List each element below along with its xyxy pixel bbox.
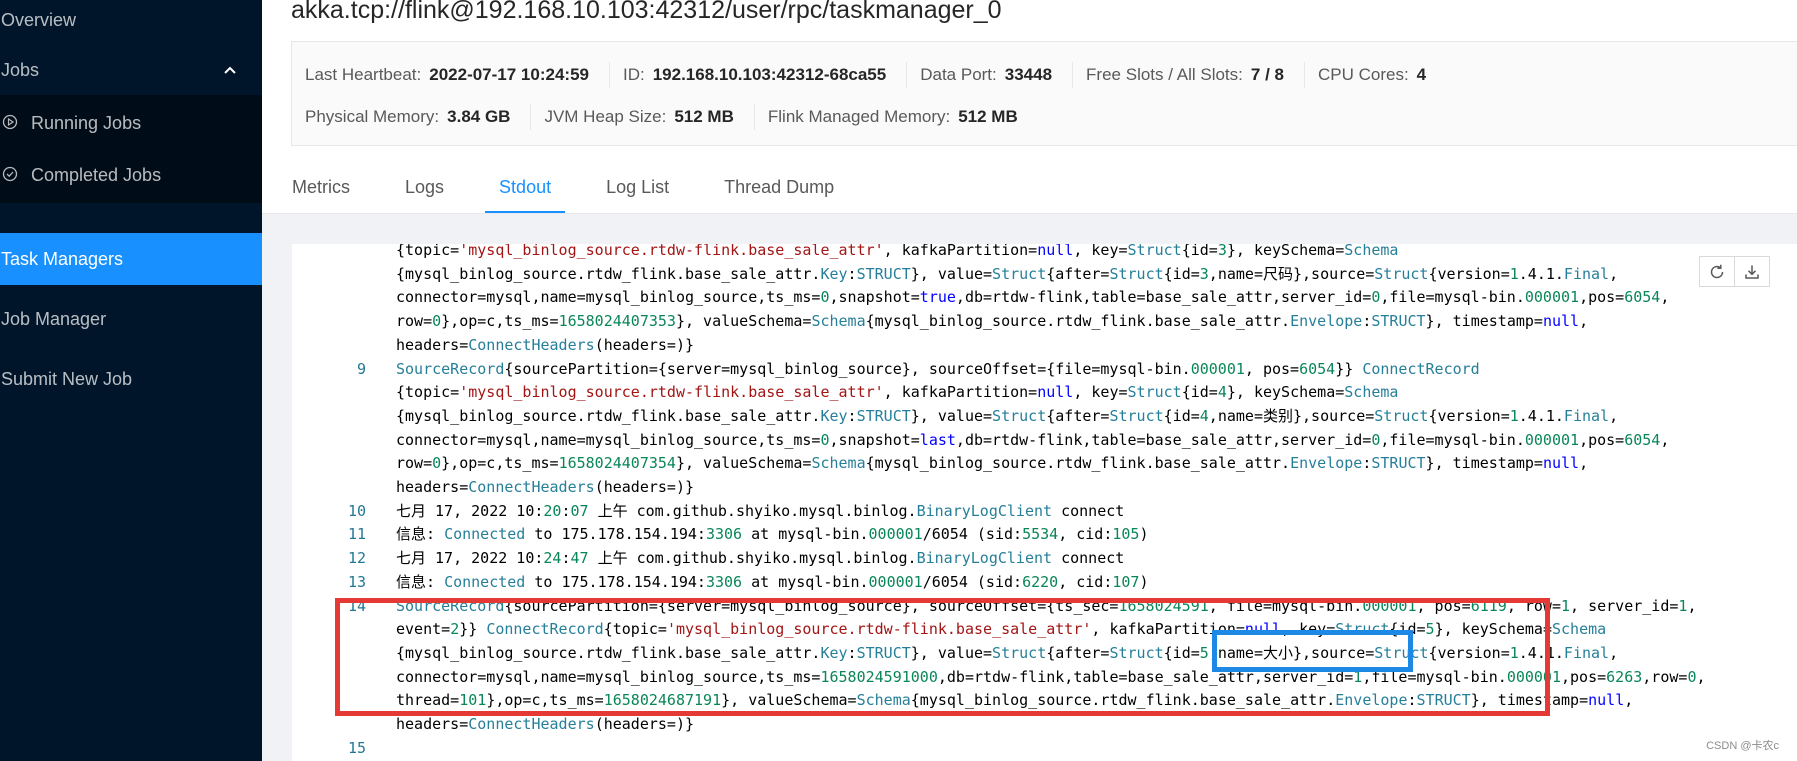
play-circle-icon: [2, 114, 18, 130]
tab-logs[interactable]: Logs: [405, 170, 444, 213]
line-text: {mysql_binlog_source.rtdw_flink.base_sal…: [396, 406, 1619, 425]
stdout-line: 10 七月 17, 2022 10:20:07 上午 com.github.shy…: [292, 499, 1797, 523]
watermark: CSDN @卡农c: [1706, 740, 1779, 752]
page-title: akka.tcp://flink@192.168.10.103:42312/us…: [291, 0, 1002, 24]
line-text: row=0},op=c,ts_ms=1658024407354}, valueS…: [396, 454, 1589, 473]
sidebar-item-completed-jobs[interactable]: Completed Jobs: [0, 147, 262, 203]
page-header: akka.tcp://flink@192.168.10.103:42312/us…: [262, 0, 1797, 214]
line-text: 七月 17, 2022 10:20:07 上午 com.github.shyik…: [396, 501, 1125, 520]
sidebar-item-label: Jobs: [1, 60, 40, 80]
tab-metrics[interactable]: Metrics: [292, 170, 350, 213]
line-number: 9: [356, 359, 366, 378]
sidebar-item-label: Overview: [1, 10, 77, 30]
line-number: 10: [347, 501, 366, 520]
blue-highlight-box: [1212, 630, 1413, 672]
stdout-line: row=0},op=c,ts_ms=1658024407353}, valueS…: [292, 309, 1797, 333]
sidebar-item-label: Job Manager: [1, 309, 107, 329]
line-text: 信息: Connected to 175.178.154.194:3306 at…: [396, 525, 1149, 544]
data-port: Data Port: 33448: [907, 62, 1074, 88]
physical-memory: Physical Memory: 3.84 GB: [292, 104, 532, 130]
line-text: {topic='mysql_binlog_source.rtdw-flink.b…: [396, 244, 1399, 259]
line-number: 11: [347, 525, 366, 544]
stdout-line: 11 信息: Connected to 175.178.154.194:3306 …: [292, 522, 1797, 546]
sidebar-item-job-manager[interactable]: Job Manager: [0, 291, 262, 347]
stdout-line: headers=ConnectHeaders(headers=)}: [292, 333, 1797, 357]
slots: Free Slots / All Slots: 7 / 8: [1073, 62, 1305, 88]
sidebar-item-label: Submit New Job: [1, 369, 133, 389]
sidebar-item-running-jobs[interactable]: Running Jobs: [0, 95, 262, 151]
stdout-line: {mysql_binlog_source.rtdw_flink.base_sal…: [292, 262, 1797, 286]
stdout-line: row=0},op=c,ts_ms=1658024407354}, valueS…: [292, 451, 1797, 475]
line-text: {topic='mysql_binlog_source.rtdw-flink.b…: [396, 383, 1399, 402]
managed-memory: Flink Managed Memory: 512 MB: [767, 107, 1018, 126]
stdout-line: {topic='mysql_binlog_source.rtdw-flink.b…: [292, 244, 1797, 262]
tab-bar: Metrics Logs Stdout Log List Thread Dump: [292, 170, 889, 214]
line-text: headers=ConnectHeaders(headers=)}: [396, 335, 695, 354]
sidebar-item-overview[interactable]: Overview: [0, 0, 262, 48]
stdout-line: {topic='mysql_binlog_source.rtdw-flink.b…: [292, 380, 1797, 404]
tab-thread-dump[interactable]: Thread Dump: [724, 170, 834, 213]
line-number: 13: [347, 572, 366, 591]
sidebar-item-label: Task Managers: [1, 249, 124, 269]
tab-log-list[interactable]: Log List: [606, 170, 669, 213]
stdout-line: {mysql_binlog_source.rtdw_flink.base_sal…: [292, 404, 1797, 428]
download-button[interactable]: [1735, 256, 1770, 287]
stdout-line: 9 SourceRecord{sourcePartition={server=my…: [292, 357, 1797, 381]
line-text: connector=mysql,name=mysql_binlog_source…: [396, 288, 1670, 307]
stdout-line: headers=ConnectHeaders(headers=)}: [292, 475, 1797, 499]
line-number: 15: [347, 738, 366, 757]
stdout-line: 15: [292, 736, 1797, 760]
line-text: headers=ConnectHeaders(headers=)}: [396, 478, 695, 496]
refresh-button[interactable]: [1699, 256, 1735, 287]
taskmanager-descriptions: Last Heartbeat: 2022-07-17 10:24:59 ID: 19…: [291, 41, 1797, 146]
line-text: SourceRecord{sourcePartition={server=mys…: [396, 359, 1480, 378]
stdout-line: 12 七月 17, 2022 10:24:47 上午 com.github.shy…: [292, 546, 1797, 570]
line-text: 信息: Connected to 175.178.154.194:3306 at…: [396, 572, 1149, 591]
last-heartbeat: Last Heartbeat: 2022-07-17 10:24:59: [292, 62, 610, 88]
sidebar-item-label: Running Jobs: [31, 113, 142, 133]
line-number: 12: [347, 549, 366, 568]
check-circle-icon: [2, 166, 18, 182]
download-icon: [1745, 265, 1759, 279]
line-text: {mysql_binlog_source.rtdw_flink.base_sal…: [396, 264, 1619, 283]
stdout-line: connector=mysql,name=mysql_binlog_source…: [292, 428, 1797, 452]
line-text: 七月 17, 2022 10:24:47 上午 com.github.shyik…: [396, 549, 1125, 568]
tab-divider: [262, 213, 1797, 214]
sidebar-item-task-managers[interactable]: Task Managers: [0, 233, 262, 285]
line-text: row=0},op=c,ts_ms=1658024407353}, valueS…: [396, 312, 1589, 331]
cpu-cores: CPU Cores: 4: [1317, 65, 1427, 84]
stdout-line: connector=mysql,name=mysql_binlog_source…: [292, 285, 1797, 309]
sidebar-item-jobs[interactable]: Jobs: [0, 42, 262, 98]
refresh-icon: [1710, 264, 1724, 278]
tab-stdout[interactable]: Stdout: [485, 170, 566, 213]
chevron-up-icon: [224, 66, 236, 74]
viewer-toolbar: [1699, 256, 1770, 287]
sidebar-item-label: Completed Jobs: [31, 165, 162, 185]
sidebar: Overview Jobs Running Jobs Completed Job…: [0, 0, 262, 761]
taskmanager-id: ID: 192.168.10.103:42312-68ca55: [610, 62, 908, 88]
line-text: connector=mysql,name=mysql_binlog_source…: [396, 430, 1670, 449]
stdout-line: 13 信息: Connected to 175.178.154.194:3306 …: [292, 570, 1797, 594]
sidebar-item-submit-new-job[interactable]: Submit New Job: [0, 351, 262, 407]
jvm-heap-size: JVM Heap Size: 512 MB: [531, 104, 755, 130]
